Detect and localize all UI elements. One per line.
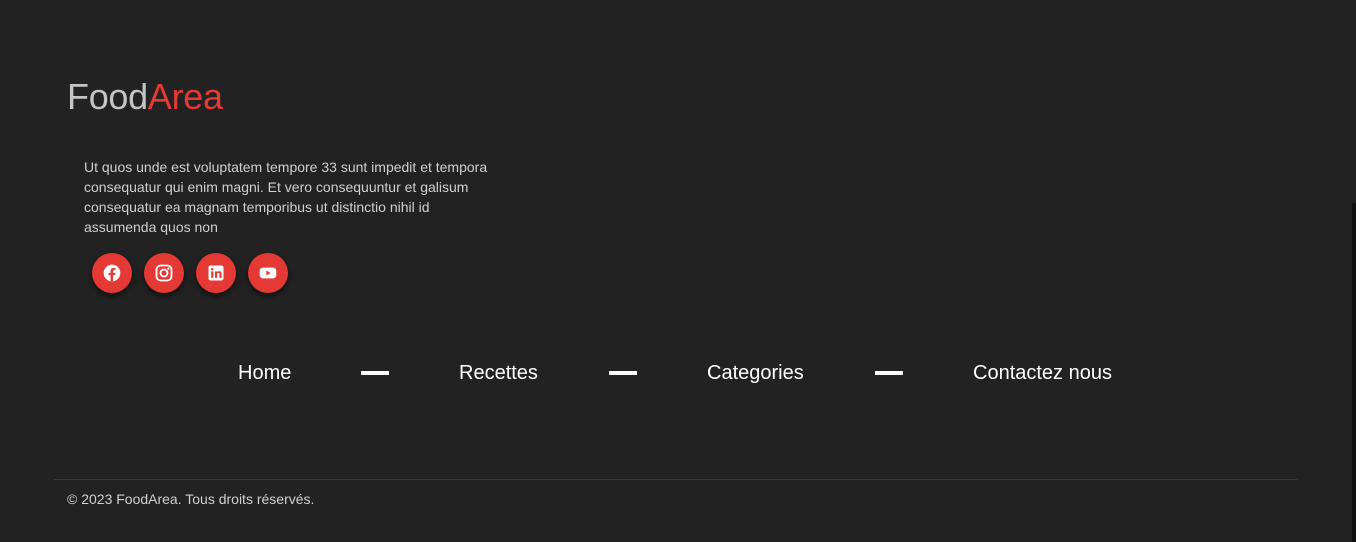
instagram-button[interactable] bbox=[144, 253, 184, 293]
facebook-icon bbox=[103, 264, 121, 282]
youtube-icon bbox=[259, 267, 277, 279]
social-links bbox=[92, 253, 288, 293]
page-scrollbar[interactable] bbox=[1352, 203, 1356, 542]
nav-separator bbox=[609, 371, 637, 375]
footer-description: Ut quos unde est voluptatem tempore 33 s… bbox=[84, 159, 488, 235]
footer-nav: Home Recettes Categories Contactez nous bbox=[0, 360, 1356, 386]
nav-link-contact[interactable]: Contactez nous bbox=[973, 360, 1112, 386]
facebook-button[interactable] bbox=[92, 253, 132, 293]
logo-text-food: Food bbox=[67, 76, 148, 117]
site-footer: FoodArea Ut quos unde est voluptatem tem… bbox=[0, 0, 1356, 542]
nav-separator bbox=[875, 371, 903, 375]
copyright-text: © 2023 FoodArea. Tous droits réservés. bbox=[67, 491, 315, 507]
youtube-button[interactable] bbox=[248, 253, 288, 293]
logo-text-area: Area bbox=[147, 76, 223, 117]
footer-divider bbox=[54, 479, 1297, 480]
nav-link-recettes[interactable]: Recettes bbox=[459, 360, 538, 386]
nav-link-home[interactable]: Home bbox=[238, 360, 291, 386]
nav-link-categories[interactable]: Categories bbox=[707, 360, 804, 386]
linkedin-icon bbox=[208, 265, 224, 281]
instagram-icon bbox=[155, 264, 173, 282]
footer-logo[interactable]: FoodArea bbox=[67, 77, 223, 117]
linkedin-button[interactable] bbox=[196, 253, 236, 293]
nav-separator bbox=[361, 371, 389, 375]
